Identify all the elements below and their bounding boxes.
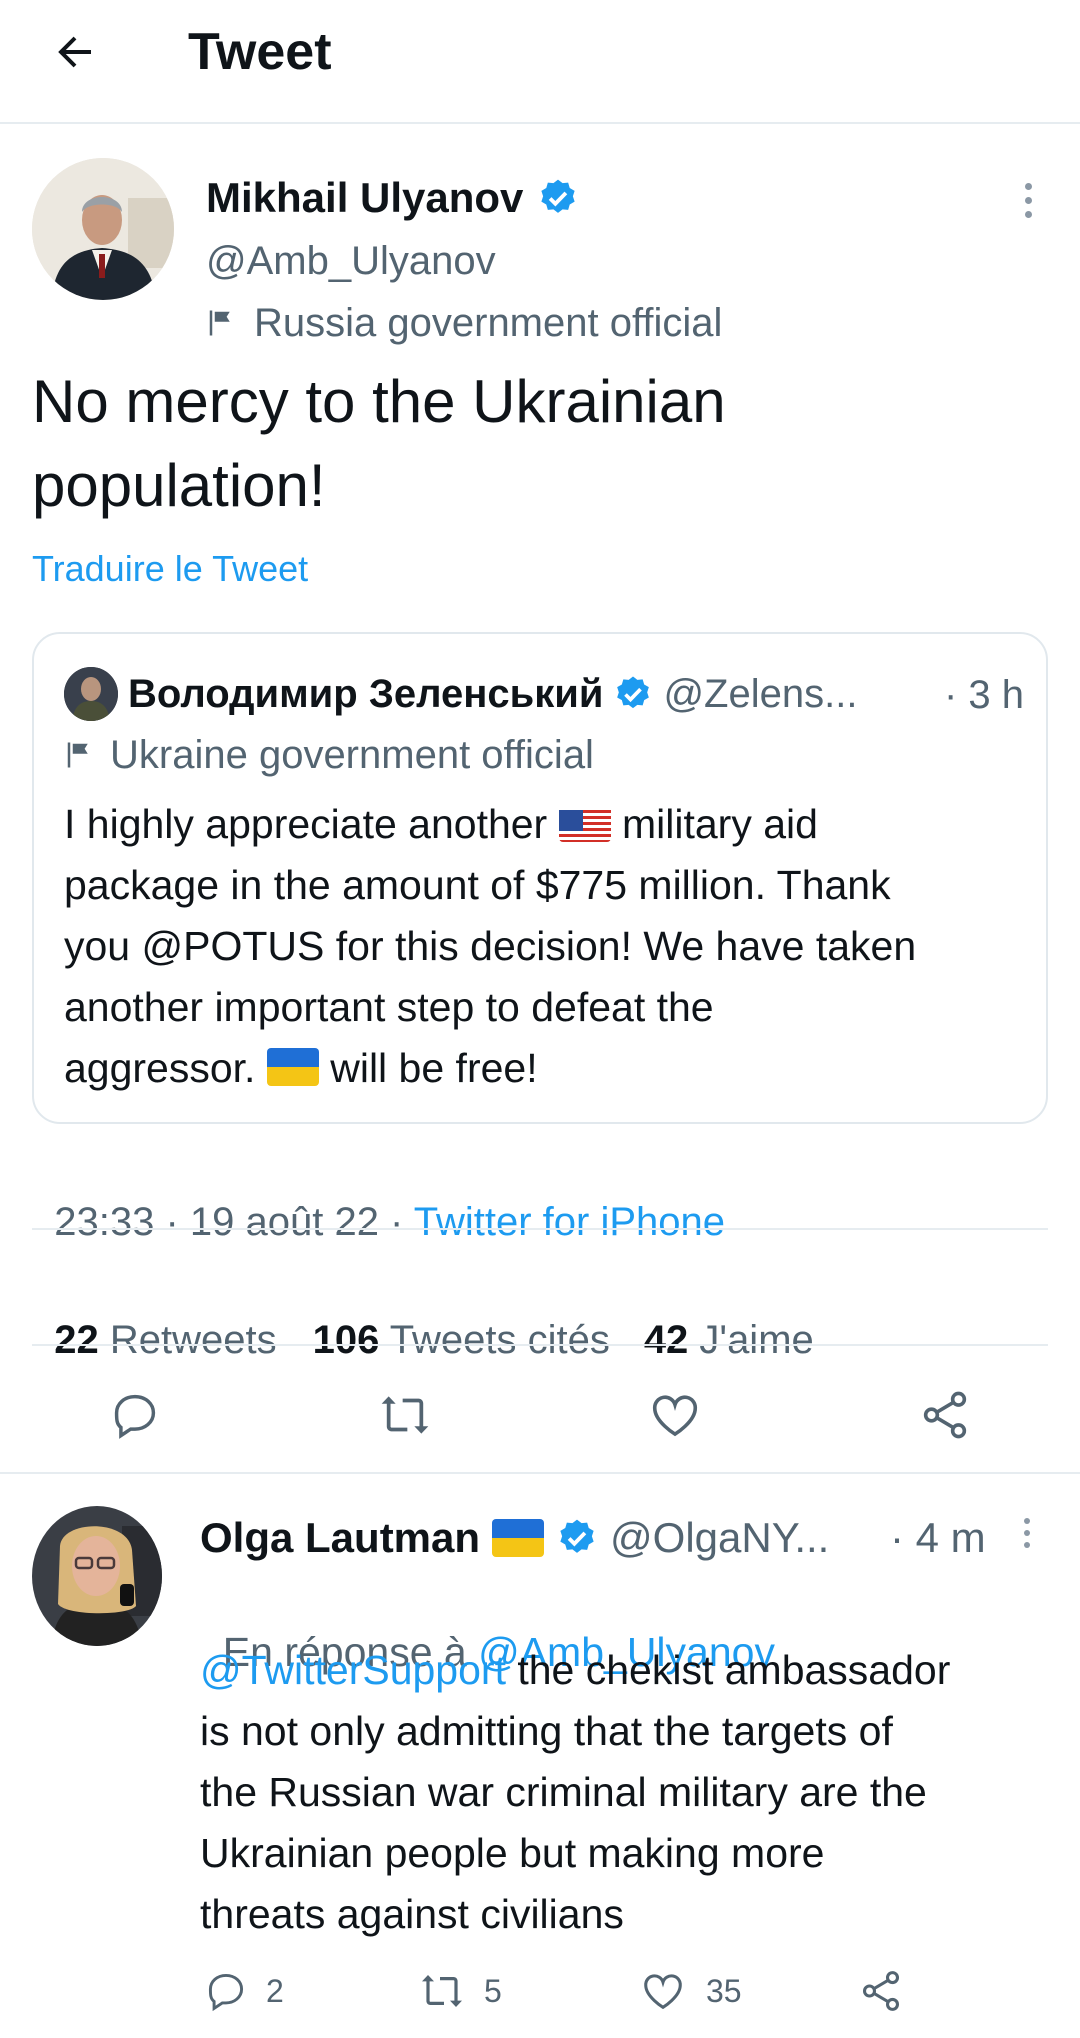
more-vertical-icon	[1024, 182, 1032, 218]
retweet-count: 5	[484, 1972, 502, 2009]
divider	[0, 1472, 1080, 1474]
avatar-portrait	[32, 158, 174, 300]
reply-author-handle[interactable]: @OlgaNY...	[610, 1514, 829, 1562]
divider	[32, 1228, 1048, 1230]
top-bar: Tweet	[0, 0, 1080, 124]
more-options-button[interactable]	[1010, 172, 1046, 228]
share-button[interactable]	[910, 1380, 980, 1450]
quote-tweets-count: 106	[312, 1318, 380, 1362]
quoted-text-line: aggressor. will be free!	[64, 1038, 916, 1099]
quote-tweets-label: Tweets cités	[379, 1318, 610, 1362]
reply-text-line: threats against civilians	[200, 1891, 624, 1937]
timestamp-text: 23:33 · 19 août 22 ·	[54, 1200, 414, 1244]
share-icon	[862, 1971, 900, 2011]
page-title: Tweet	[188, 23, 332, 81]
government-label-text: Russia government official	[254, 301, 723, 345]
translate-tweet-link[interactable]: Traduire le Tweet	[32, 546, 308, 592]
reply-text-fragment: the chekist ambassador	[505, 1647, 951, 1693]
reply-button[interactable]	[100, 1380, 170, 1450]
quoted-tweet[interactable]: Володимир Зеленський @Zelens... · 3 h Uk…	[32, 632, 1048, 1124]
author-handle[interactable]: @Amb_Ulyanov	[206, 236, 496, 286]
reply-count: 2	[266, 1972, 284, 2009]
tweet-text-line: No mercy to the Ukrainian	[32, 368, 726, 435]
author-avatar[interactable]	[32, 158, 174, 300]
retweets-label: Retweets	[98, 1318, 277, 1362]
reply-retweet-button[interactable]: 5	[418, 1966, 502, 2016]
verified-badge-icon	[541, 179, 576, 213]
retweet-icon	[381, 1396, 429, 1434]
retweets-stat[interactable]: 22 Retweets	[54, 1318, 276, 1362]
government-label: Russia government official	[206, 298, 722, 348]
ukraine-flag-emoji	[266, 1048, 319, 1086]
quoted-text-line: package in the amount of $775 million. T…	[64, 862, 891, 908]
quoted-label-text: Ukraine government official	[110, 733, 594, 777]
quoted-text-fragment: aggressor.	[64, 1045, 267, 1091]
mention-link[interactable]: @TwitterSupport	[200, 1647, 506, 1693]
reply-author-avatar[interactable]	[32, 1506, 162, 1646]
flag-icon	[67, 742, 88, 768]
reply-text-line: the Russian war criminal military are th…	[200, 1769, 927, 1815]
retweet-button[interactable]	[370, 1380, 440, 1450]
reply-icon	[208, 1973, 244, 2012]
quoted-author-handle: @Zelens...	[663, 671, 858, 716]
verified-badge-icon	[560, 1519, 594, 1553]
like-count: 35	[706, 1972, 742, 2009]
reply-text-line: @TwitterSupport the chekist ambassador	[200, 1640, 950, 1701]
likes-label: J'aime	[688, 1318, 814, 1362]
reply-time: · 4 m	[890, 1514, 986, 1561]
author-name[interactable]: Mikhail Ulyanov	[206, 174, 523, 222]
us-flag-emoji	[558, 804, 611, 842]
more-vertical-icon	[1024, 1518, 1030, 1548]
share-icon	[923, 1391, 967, 1439]
quoted-text-fragment: I highly appreciate another	[64, 801, 559, 847]
quoted-text: I highly appreciate another military aid…	[64, 794, 916, 1099]
likes-count: 42	[643, 1318, 689, 1362]
quote-tweets-stat[interactable]: 106 Tweets cités	[313, 1318, 610, 1362]
like-button[interactable]	[640, 1380, 710, 1450]
back-arrow-icon	[58, 36, 91, 68]
retweets-count: 22	[54, 1318, 99, 1362]
quoted-text-line: I highly appreciate another military aid	[64, 794, 916, 855]
back-button[interactable]	[40, 22, 110, 82]
tweet-timestamp: 23:33 · 19 août 22 · Twitter for iPhone	[32, 1144, 725, 1248]
quoted-author-avatar	[64, 667, 118, 721]
quoted-author-name: Володимир Зеленський	[128, 671, 604, 716]
divider	[32, 1344, 1048, 1346]
quoted-text-line: you @POTUS for this decision! We have ta…	[64, 923, 917, 969]
source-link[interactable]: Twitter for iPhone	[414, 1200, 725, 1244]
verified-badge-icon	[617, 676, 650, 709]
reply-text-line: is not only admitting that the targets o…	[200, 1708, 893, 1754]
tweet-text-line: population!	[32, 452, 326, 519]
tweet-text: No mercy to the Ukrainian population!	[32, 360, 726, 528]
reply-share-button[interactable]	[858, 1966, 904, 2016]
reply-reply-button[interactable]: 2	[204, 1966, 284, 2016]
quoted-time: · 3 h	[943, 673, 1024, 717]
reply-icon	[114, 1394, 156, 1439]
tweet-stats: 22 Retweets 106 Tweets cités 42 J'aime	[32, 1262, 814, 1366]
reply-like-button[interactable]: 35	[640, 1966, 742, 2016]
retweet-icon	[422, 1975, 462, 2007]
quoted-text-line: another important step to defeat the	[64, 984, 714, 1030]
quoted-government-label: Ukraine government official	[64, 730, 594, 780]
likes-stat[interactable]: 42 J'aime	[644, 1318, 814, 1362]
ukraine-flag-emoji	[492, 1519, 545, 1557]
quoted-text-fragment: will be free!	[318, 1045, 538, 1091]
heart-icon	[652, 1395, 698, 1437]
reply-text-line: Ukrainian people but making more	[200, 1830, 825, 1876]
flag-icon	[209, 310, 230, 336]
reply-more-button[interactable]	[1012, 1508, 1042, 1558]
heart-icon	[644, 1974, 682, 2010]
reply-author-name[interactable]: Olga Lautman	[200, 1514, 480, 1562]
quoted-text-fragment: military aid	[610, 801, 818, 847]
reply-text: @TwitterSupport the chekist ambassador i…	[200, 1640, 950, 1945]
